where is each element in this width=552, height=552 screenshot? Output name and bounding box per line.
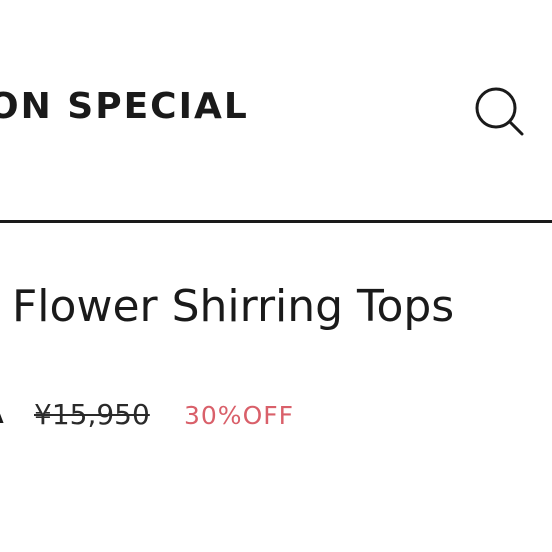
header-divider: [0, 220, 552, 223]
original-price: ¥15,950: [34, 398, 150, 431]
page: ON SPECIAL Flower Shirring Tops Δ ¥15,95…: [0, 0, 552, 552]
sale-price-fragment: Δ: [0, 402, 4, 428]
search-button[interactable]: [470, 82, 530, 142]
brand-title[interactable]: ON SPECIAL: [0, 89, 249, 125]
discount-badge: 30%OFF: [184, 401, 295, 430]
price-row: Δ ¥15,950 30%OFF: [0, 398, 552, 434]
search-icon: [475, 87, 524, 136]
product-title: Flower Shirring Tops: [12, 281, 455, 332]
header: ON SPECIAL: [0, 0, 552, 222]
